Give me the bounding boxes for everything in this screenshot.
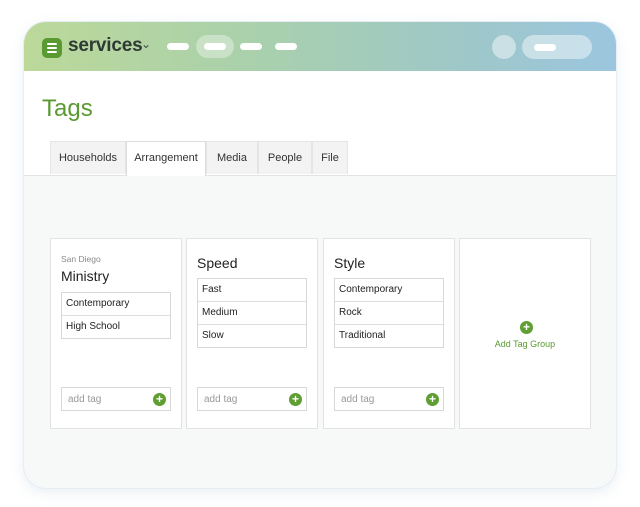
tab-households[interactable]: Households: [50, 141, 126, 174]
tag-item[interactable]: High School: [62, 315, 170, 338]
page-title: Tags: [42, 95, 93, 122]
add-tag-input[interactable]: [336, 389, 432, 409]
tab-media[interactable]: Media: [206, 141, 258, 174]
plus-icon[interactable]: +: [426, 393, 439, 406]
add-tag-input[interactable]: [199, 389, 295, 409]
add-tag-field: +: [334, 387, 444, 411]
tag-group-name[interactable]: Speed: [197, 255, 237, 271]
services-logo-icon[interactable]: [42, 38, 62, 58]
tag-list: Contemporary Rock Traditional: [334, 278, 444, 348]
add-tag-field: +: [197, 387, 307, 411]
tag-group-card-style: Style Contemporary Rock Traditional +: [323, 238, 455, 429]
app-switcher-label[interactable]: services: [68, 35, 143, 57]
nav-item-1[interactable]: [167, 43, 189, 50]
page-header: Tags Households Arrangement Media People…: [24, 71, 616, 176]
tab-file[interactable]: File: [312, 141, 348, 174]
tag-group-name[interactable]: Style: [334, 255, 365, 271]
plus-icon[interactable]: +: [289, 393, 302, 406]
nav-item-4[interactable]: [275, 43, 297, 50]
tag-group-card-ministry: San Diego Ministry Contemporary High Sch…: [50, 238, 182, 429]
chevron-down-icon[interactable]: ⌄: [141, 37, 151, 51]
tag-item[interactable]: Medium: [198, 301, 306, 324]
tag-list: Contemporary High School: [61, 292, 171, 339]
top-navigation-bar: services ⌄: [24, 22, 616, 71]
tag-list: Fast Medium Slow: [197, 278, 307, 348]
tab-arrangement[interactable]: Arrangement: [126, 141, 206, 176]
tag-item[interactable]: Rock: [335, 301, 443, 324]
plus-icon[interactable]: +: [153, 393, 166, 406]
tag-item[interactable]: Contemporary: [335, 279, 443, 301]
tag-group-subtitle: San Diego: [61, 254, 101, 264]
add-tag-group-card[interactable]: + Add Tag Group: [459, 238, 591, 429]
tag-item[interactable]: Slow: [198, 324, 306, 347]
add-tag-group-button[interactable]: Add Tag Group: [460, 339, 590, 349]
add-tag-field: +: [61, 387, 171, 411]
tag-item[interactable]: Traditional: [335, 324, 443, 347]
tag-group-name[interactable]: Ministry: [61, 268, 109, 284]
tab-people[interactable]: People: [258, 141, 312, 174]
account-menu-button[interactable]: [522, 35, 592, 59]
avatar[interactable]: [492, 35, 516, 59]
nav-item-3[interactable]: [240, 43, 262, 50]
nav-item-2[interactable]: [204, 43, 226, 50]
tag-item[interactable]: Contemporary: [62, 293, 170, 315]
tag-item[interactable]: Fast: [198, 279, 306, 301]
add-tag-input[interactable]: [63, 389, 159, 409]
app-window: services ⌄ Tags Households Arrangement M…: [24, 22, 616, 488]
tag-group-card-speed: Speed Fast Medium Slow +: [186, 238, 318, 429]
plus-icon[interactable]: +: [520, 321, 533, 334]
